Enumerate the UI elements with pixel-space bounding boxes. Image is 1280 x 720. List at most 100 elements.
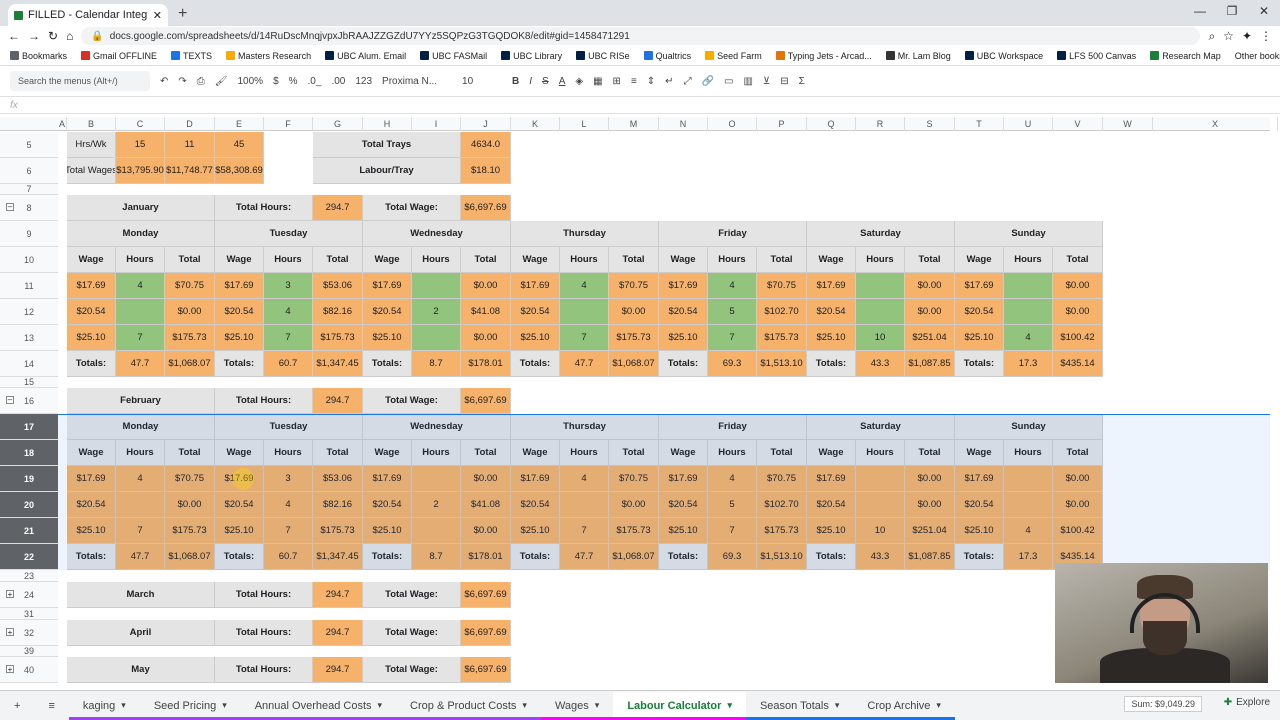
total-wage-value[interactable]: $6,697.69 xyxy=(461,582,511,608)
totals-hours[interactable]: 8.7 xyxy=(412,351,461,377)
totals-hours[interactable]: 17.3 xyxy=(1004,544,1053,570)
day-header-tuesday[interactable]: Tuesday xyxy=(215,221,363,247)
comment-icon[interactable]: ▭ xyxy=(724,76,733,87)
hours-cell[interactable]: 4 xyxy=(708,273,757,299)
bookmark-12[interactable]: UBC Workspace xyxy=(964,51,1043,61)
wage-col-label[interactable]: Wage xyxy=(363,247,412,273)
total-cell[interactable]: $175.73 xyxy=(757,518,807,544)
total-col-label[interactable]: Total xyxy=(757,247,807,273)
day-header-saturday[interactable]: Saturday xyxy=(807,221,955,247)
wage-cell[interactable]: $25.10 xyxy=(215,518,264,544)
day-header-friday[interactable]: Friday xyxy=(659,221,807,247)
filter-views-icon[interactable]: ⊟ xyxy=(780,76,788,87)
wage-cell[interactable]: $17.69 xyxy=(807,466,856,492)
column-header-G[interactable]: G xyxy=(313,117,363,131)
column-header-Q[interactable]: Q xyxy=(807,117,856,131)
total-hours-value[interactable]: 294.7 xyxy=(313,582,363,608)
row-header-6[interactable]: 6 xyxy=(0,158,58,184)
labour-per-tray-label[interactable]: Labour/Tray xyxy=(313,158,461,184)
chevron-down-icon[interactable]: ▾ xyxy=(595,700,600,711)
total-hours-label[interactable]: Total Hours: xyxy=(215,388,313,414)
hours-cell[interactable] xyxy=(1004,273,1053,299)
hours-cell[interactable]: 7 xyxy=(116,518,165,544)
total-cell[interactable]: $175.73 xyxy=(165,518,215,544)
month-name[interactable]: May xyxy=(67,657,215,683)
row-header-21[interactable]: 21 xyxy=(0,518,58,544)
extensions-icon[interactable]: ✦ xyxy=(1242,29,1252,43)
total-cell[interactable]: $251.04 xyxy=(905,518,955,544)
total-wage-label[interactable]: Total Wage: xyxy=(363,620,461,646)
total-wage-value[interactable]: $6,697.69 xyxy=(461,388,511,414)
total-cell[interactable]: $41.08 xyxy=(461,299,511,325)
total-cell[interactable]: $251.04 xyxy=(905,325,955,351)
search-menus-input[interactable]: Search the menus (Alt+/) xyxy=(10,71,150,91)
total-hours-label[interactable]: Total Hours: xyxy=(215,620,313,646)
wage-cell[interactable]: $25.10 xyxy=(511,518,560,544)
text-color-button[interactable]: A xyxy=(559,76,566,87)
wage-cell[interactable]: $17.69 xyxy=(955,273,1004,299)
labour-per-tray-value[interactable]: $18.10 xyxy=(461,158,511,184)
total-col-label[interactable]: Total xyxy=(165,440,215,466)
hours-cell[interactable]: 3 xyxy=(264,466,313,492)
total-cell[interactable]: $53.06 xyxy=(313,273,363,299)
totals-amount[interactable]: $1,068.07 xyxy=(165,351,215,377)
filter-icon[interactable]: ⊻ xyxy=(763,76,770,87)
more-formats-button[interactable]: 123 xyxy=(355,76,372,87)
bookmark-3[interactable]: Masters Research xyxy=(226,51,311,61)
totals-amount[interactable]: $1,347.45 xyxy=(313,351,363,377)
total-col-label[interactable]: Total xyxy=(461,440,511,466)
hours-cell[interactable]: 4 xyxy=(1004,325,1053,351)
expand-group-icon[interactable]: + xyxy=(6,628,14,637)
column-header-M[interactable]: M xyxy=(609,117,659,131)
row-header-14[interactable]: 14 xyxy=(0,351,58,377)
hours-cell[interactable]: 10 xyxy=(856,518,905,544)
totals-amount[interactable]: $178.01 xyxy=(461,544,511,570)
totals-amount[interactable]: $1,068.07 xyxy=(165,544,215,570)
column-header-J[interactable]: J xyxy=(461,117,511,131)
total-cell[interactable]: $102.70 xyxy=(757,299,807,325)
explore-button[interactable]: ✚ Explore xyxy=(1224,697,1270,708)
total-cell[interactable]: $0.00 xyxy=(165,299,215,325)
total-cell[interactable]: $70.75 xyxy=(165,466,215,492)
hrs-cell[interactable]: 15 xyxy=(116,132,165,158)
total-hours-value[interactable]: 294.7 xyxy=(313,388,363,414)
total-cell[interactable]: $175.73 xyxy=(609,325,659,351)
total-hours-label[interactable]: Total Hours: xyxy=(215,657,313,683)
column-header-O[interactable]: O xyxy=(708,117,757,131)
totals-hours[interactable]: 8.7 xyxy=(412,544,461,570)
bookmark-6[interactable]: UBC Library xyxy=(501,51,562,61)
total-cell[interactable]: $0.00 xyxy=(1053,273,1103,299)
totals-hours[interactable]: 47.7 xyxy=(116,544,165,570)
chart-icon[interactable]: ▥ xyxy=(743,76,752,87)
sheet-tab-7[interactable]: Crop Archive ▾ xyxy=(853,692,955,720)
totals-label[interactable]: Totals: xyxy=(659,544,708,570)
totals-hours[interactable]: 47.7 xyxy=(560,544,609,570)
wage-cell[interactable]: $17.69 xyxy=(659,273,708,299)
total-wage-label[interactable]: Total Wage: xyxy=(363,582,461,608)
total-cell[interactable]: $41.08 xyxy=(461,492,511,518)
totals-hours[interactable]: 60.7 xyxy=(264,351,313,377)
total-col-label[interactable]: Total xyxy=(905,440,955,466)
fill-color-icon[interactable]: ◈ xyxy=(575,76,583,87)
hours-cell[interactable]: 4 xyxy=(560,466,609,492)
wages-cell[interactable]: $11,748.77 xyxy=(165,158,215,184)
borders-icon[interactable]: ▦ xyxy=(593,76,602,87)
bold-button[interactable]: B xyxy=(512,76,519,87)
hours-col-label[interactable]: Hours xyxy=(856,247,905,273)
hours-cell[interactable]: 4 xyxy=(116,273,165,299)
total-wage-label[interactable]: Total Wage: xyxy=(363,657,461,683)
column-header-H[interactable]: H xyxy=(363,117,412,131)
row-header-7[interactable]: 7 xyxy=(0,184,58,195)
day-header-sunday[interactable]: Sunday xyxy=(955,414,1103,440)
column-header-A[interactable]: A xyxy=(58,117,67,131)
sheet-tab-1[interactable]: Seed Pricing ▾ xyxy=(139,692,241,720)
hours-col-label[interactable]: Hours xyxy=(560,247,609,273)
hours-cell[interactable]: 4 xyxy=(264,299,313,325)
month-name[interactable]: March xyxy=(67,582,215,608)
total-cell[interactable]: $0.00 xyxy=(1053,299,1103,325)
row-header-18[interactable]: 18 xyxy=(0,440,58,466)
wage-cell[interactable]: $25.10 xyxy=(67,518,116,544)
bookmark-7[interactable]: UBC RISe xyxy=(576,51,630,61)
currency-button[interactable]: $ xyxy=(273,76,279,87)
day-header-monday[interactable]: Monday xyxy=(67,221,215,247)
